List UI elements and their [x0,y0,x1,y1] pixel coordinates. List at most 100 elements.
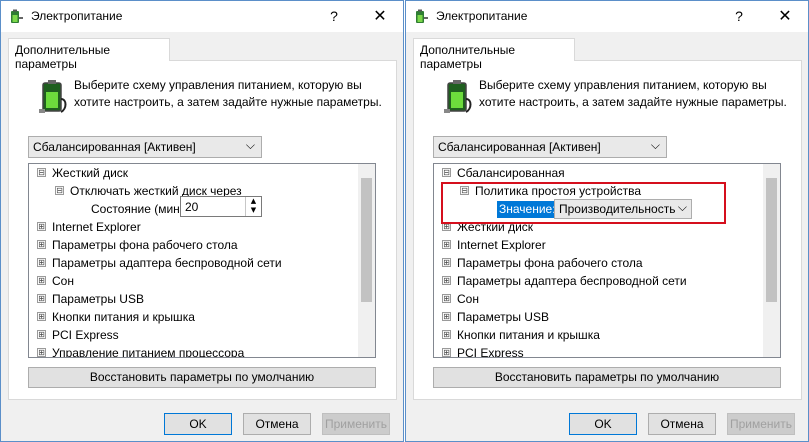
tree-node-label: Сон [52,274,74,288]
expand-icon[interactable]: ⊞ [37,312,46,322]
chevron-down-icon: ⌵ [245,138,255,152]
description-text: Выберите схему управления питанием, кото… [479,78,787,109]
tree-node[interactable]: ⊞ Параметры адаптера беспроводной сети [37,254,282,272]
tree-node[interactable]: ⊞ Internet Explorer [37,218,141,236]
spin-up-icon[interactable]: ▲ [246,197,261,206]
tree-node[interactable]: ⊞ Параметры USB [442,308,549,326]
power-options-dialog-left: Электропитание ? ✕ Дополнительные параме… [0,0,404,442]
tree-node[interactable]: ⊞ Параметры адаптера беспроводной сети [442,272,687,290]
tree-node-label: Параметры USB [52,292,144,306]
tree-node[interactable]: ⊞ Параметры фона рабочего стола [37,236,238,254]
power-options-icon [11,9,23,23]
tree-node[interactable]: ⊞ Сон [37,272,74,290]
expand-icon[interactable]: ⊞ [442,348,451,357]
collapse-icon[interactable]: ⊟ [55,186,64,196]
expand-icon[interactable]: ⊞ [442,240,451,250]
apply-button: Применить [727,413,795,435]
expand-icon[interactable]: ⊞ [37,258,46,268]
close-button[interactable]: ✕ [357,1,403,32]
tree-node-label: Параметры USB [457,310,549,324]
power-options-icon [416,9,428,23]
tree-node[interactable]: ⊞ Кнопки питания и крышка [442,326,600,344]
close-button[interactable]: ✕ [762,1,808,32]
tree-node-label: PCI Express [52,328,119,342]
tree-node-label: Параметры фона рабочего стола [457,256,643,270]
restore-defaults-button[interactable]: Восстановить параметры по умолчанию [433,367,781,388]
spin-buttons[interactable]: ▲ ▼ [245,197,261,216]
expand-icon[interactable]: ⊞ [37,240,46,250]
highlight-box [441,182,726,224]
help-icon: ? [330,8,338,24]
power-scheme-select[interactable]: Сбалансированная [Активен] ⌵ [433,136,667,158]
tab-advanced-settings[interactable]: Дополнительные параметры [8,38,170,71]
tree-node-label: Internet Explorer [52,220,141,234]
power-scheme-value: Сбалансированная [Активен] [33,140,196,154]
tree-node-label: Параметры адаптера беспроводной сети [52,256,282,270]
battery-plug-icon [39,80,67,113]
title-bar: Электропитание ? ✕ [406,1,808,32]
tree-node-label: Параметры адаптера беспроводной сети [457,274,687,288]
tree-node[interactable]: ⊞ PCI Express [442,344,524,357]
tree-node-hard-disk[interactable]: ⊟ Жесткий диск [37,164,128,182]
cancel-button[interactable]: Отмена [243,413,311,435]
tree-node[interactable]: ⊞ Сон [442,290,479,308]
ok-button[interactable]: OK [164,413,232,435]
tree-node-label: Управление питанием процессора [52,346,245,358]
expand-icon[interactable]: ⊞ [442,276,451,286]
expand-icon[interactable]: ⊞ [37,294,46,304]
minutes-value: 20 [185,200,199,214]
chevron-down-icon: ⌵ [650,138,660,152]
ok-button[interactable]: OK [569,413,637,435]
tree-node-label: Кнопки питания и крышка [52,310,195,324]
scrollbar-thumb[interactable] [361,178,372,302]
tree-node[interactable]: ⊞ Управление питанием процессора [37,344,245,358]
tree-node-label: Internet Explorer [457,238,546,252]
tree-node[interactable]: ⊞ Internet Explorer [442,236,546,254]
restore-defaults-button[interactable]: Восстановить параметры по умолчанию [28,367,376,388]
tree-node[interactable]: ⊞ Параметры фона рабочего стола [442,254,643,272]
tree-scrollbar[interactable] [358,164,375,357]
tree-node-label: Параметры фона рабочего стола [52,238,238,252]
spin-down-icon[interactable]: ▼ [246,206,261,215]
battery-plug-icon [444,80,472,113]
expand-icon[interactable]: ⊞ [37,330,46,340]
tree-node-label: Сон [457,292,479,306]
title-bar: Электропитание ? ✕ [1,1,403,32]
expand-icon[interactable]: ⊞ [442,330,451,340]
tree-node-balanced[interactable]: ⊟ Сбалансированная [442,164,565,182]
tab-panel: Выберите схему управления питанием, кото… [413,60,802,400]
minutes-spinbox[interactable]: 20 ▲ ▼ [180,196,262,217]
window-title: Электропитание [31,9,123,23]
power-scheme-select[interactable]: Сбалансированная [Активен] ⌵ [28,136,262,158]
window-title: Электропитание [436,9,528,23]
tab-panel: Выберите схему управления питанием, кото… [8,60,397,400]
setting-label: Состояние (мин.): [91,202,191,216]
expand-icon[interactable]: ⊞ [37,222,46,232]
collapse-icon[interactable]: ⊟ [37,168,46,178]
help-button[interactable]: ? [716,1,762,32]
tree-node-label: Сбалансированная [457,166,565,180]
cancel-button[interactable]: Отмена [648,413,716,435]
scrollbar-thumb[interactable] [766,178,777,302]
close-icon: ✕ [373,8,387,25]
tree-node[interactable]: ⊞ Кнопки питания и крышка [37,308,195,326]
expand-icon[interactable]: ⊞ [37,276,46,286]
collapse-icon[interactable]: ⊟ [442,168,451,178]
help-button[interactable]: ? [311,1,357,32]
tree-scrollbar[interactable] [763,164,780,357]
expand-icon[interactable]: ⊞ [442,294,451,304]
tree-node-label: Жесткий диск [52,166,129,180]
power-scheme-value: Сбалансированная [Активен] [438,140,601,154]
tab-advanced-settings[interactable]: Дополнительные параметры [413,38,575,71]
expand-icon[interactable]: ⊞ [442,312,451,322]
expand-icon[interactable]: ⊞ [37,348,46,357]
close-icon: ✕ [778,8,792,25]
help-icon: ? [735,8,743,24]
tree-node[interactable]: ⊞ Параметры USB [37,290,144,308]
expand-icon[interactable]: ⊞ [442,258,451,268]
description-text: Выберите схему управления питанием, кото… [74,78,382,109]
apply-button: Применить [322,413,390,435]
settings-tree[interactable]: ⊟ Жесткий диск ⊟ Отключать жесткий диск че… [28,163,376,358]
tree-node-label: Кнопки питания и крышка [457,328,600,342]
tree-node[interactable]: ⊞ PCI Express [37,326,119,344]
